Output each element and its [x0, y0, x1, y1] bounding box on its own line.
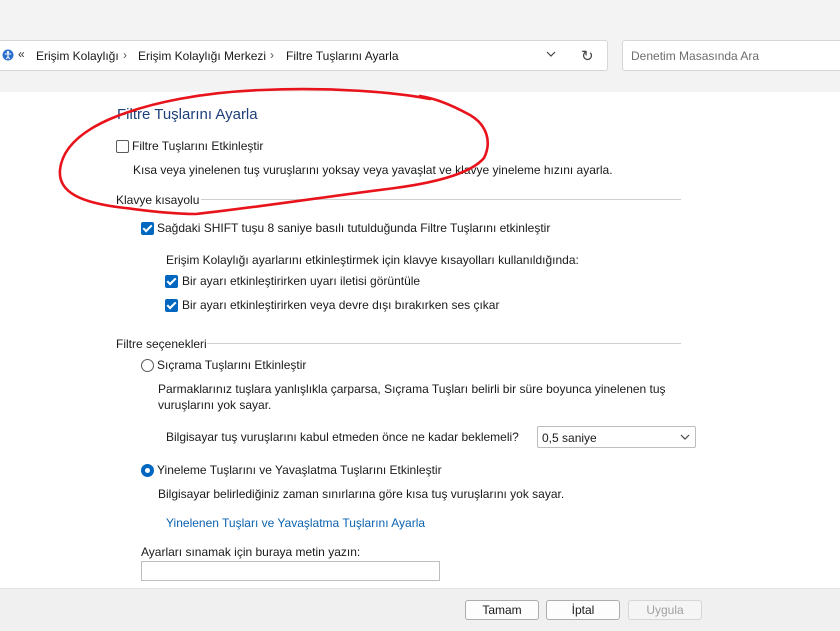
test-text-input[interactable]	[141, 561, 440, 581]
control-panel-icon	[2, 49, 14, 61]
breadcrumb-overflow-icon[interactable]: «	[18, 47, 25, 61]
warning-message-checkbox[interactable]	[165, 275, 178, 288]
breadcrumb-separator-icon[interactable]: ›	[270, 48, 274, 62]
repeat-keys-settings-link[interactable]: Yinelenen Tuşları ve Yavaşlatma Tuşların…	[166, 516, 425, 530]
bounce-wait-select[interactable]: 0,5 saniye	[537, 426, 696, 448]
cancel-button[interactable]: İptal	[546, 600, 620, 620]
dialog-footer: Tamam İptal Uygula	[0, 588, 840, 631]
page-description: Kısa veya yinelenen tuş vuruşlarını yoks…	[133, 163, 613, 177]
search-box[interactable]	[622, 40, 840, 71]
ok-button[interactable]: Tamam	[465, 600, 539, 620]
breadcrumb-item-filter-keys[interactable]: Filtre Tuşlarını Ayarla	[286, 49, 399, 63]
breadcrumb-item-ease-of-access-center[interactable]: Erişim Kolaylığı Merkezi	[138, 49, 266, 63]
chevron-down-icon	[680, 434, 690, 440]
search-input[interactable]	[631, 49, 831, 63]
right-shift-checkbox[interactable]	[141, 222, 154, 235]
address-bar[interactable]: « Erişim Kolaylığı › Erişim Kolaylığı Me…	[0, 40, 608, 71]
filter-options-heading: Filtre seçenekleri	[116, 337, 207, 351]
repeat-keys-description: Bilgisayar belirlediğiniz zaman sınırlar…	[158, 487, 565, 501]
bounce-wait-value: 0,5 saniye	[542, 431, 597, 445]
shortcut-intro-text: Erişim Kolaylığı ayarlarını etkinleştirm…	[166, 253, 579, 267]
test-area-label: Ayarları sınamak için buraya metin yazın…	[141, 545, 361, 559]
chevron-down-icon[interactable]	[546, 50, 556, 58]
repeat-keys-radio[interactable]	[141, 464, 154, 477]
page-title: Filtre Tuşlarını Ayarla	[117, 106, 258, 123]
enable-filter-keys-checkbox[interactable]	[116, 140, 129, 153]
bounce-keys-radio[interactable]	[141, 359, 154, 372]
sound-checkbox[interactable]	[165, 299, 178, 312]
breadcrumb-separator-icon[interactable]: ›	[123, 48, 127, 62]
breadcrumb-item-accessibility[interactable]: Erişim Kolaylığı	[36, 49, 119, 63]
sound-label[interactable]: Bir ayarı etkinleştirirken veya devre dı…	[182, 298, 499, 312]
enable-filter-keys-label[interactable]: Filtre Tuşlarını Etkinleştir	[132, 139, 263, 153]
bounce-keys-description: Parmaklarınız tuşlara yanlışlıkla çarpar…	[158, 382, 666, 396]
warning-message-label[interactable]: Bir ayarı etkinleştirirken uyarı iletisi…	[182, 274, 420, 288]
section-divider	[201, 199, 681, 200]
bounce-wait-label: Bilgisayar tuş vuruşlarını kabul etmeden…	[166, 430, 519, 444]
repeat-keys-label[interactable]: Yineleme Tuşlarını ve Yavaşlatma Tuşları…	[157, 463, 442, 477]
keyboard-shortcut-heading: Klavye kısayolu	[116, 193, 200, 207]
section-divider	[207, 343, 681, 344]
apply-button[interactable]: Uygula	[628, 600, 702, 620]
navigation-bar: « Erişim Kolaylığı › Erişim Kolaylığı Me…	[0, 0, 840, 92]
red-annotation-circle	[58, 87, 489, 216]
bounce-keys-description-cont: vuruşlarını yok sayar.	[158, 398, 272, 412]
bounce-keys-label[interactable]: Sıçrama Tuşlarını Etkinleştir	[157, 358, 306, 372]
right-shift-label[interactable]: Sağdaki SHIFT tuşu 8 saniye basılı tutul…	[157, 221, 550, 235]
refresh-icon[interactable]: ↻	[581, 47, 594, 65]
